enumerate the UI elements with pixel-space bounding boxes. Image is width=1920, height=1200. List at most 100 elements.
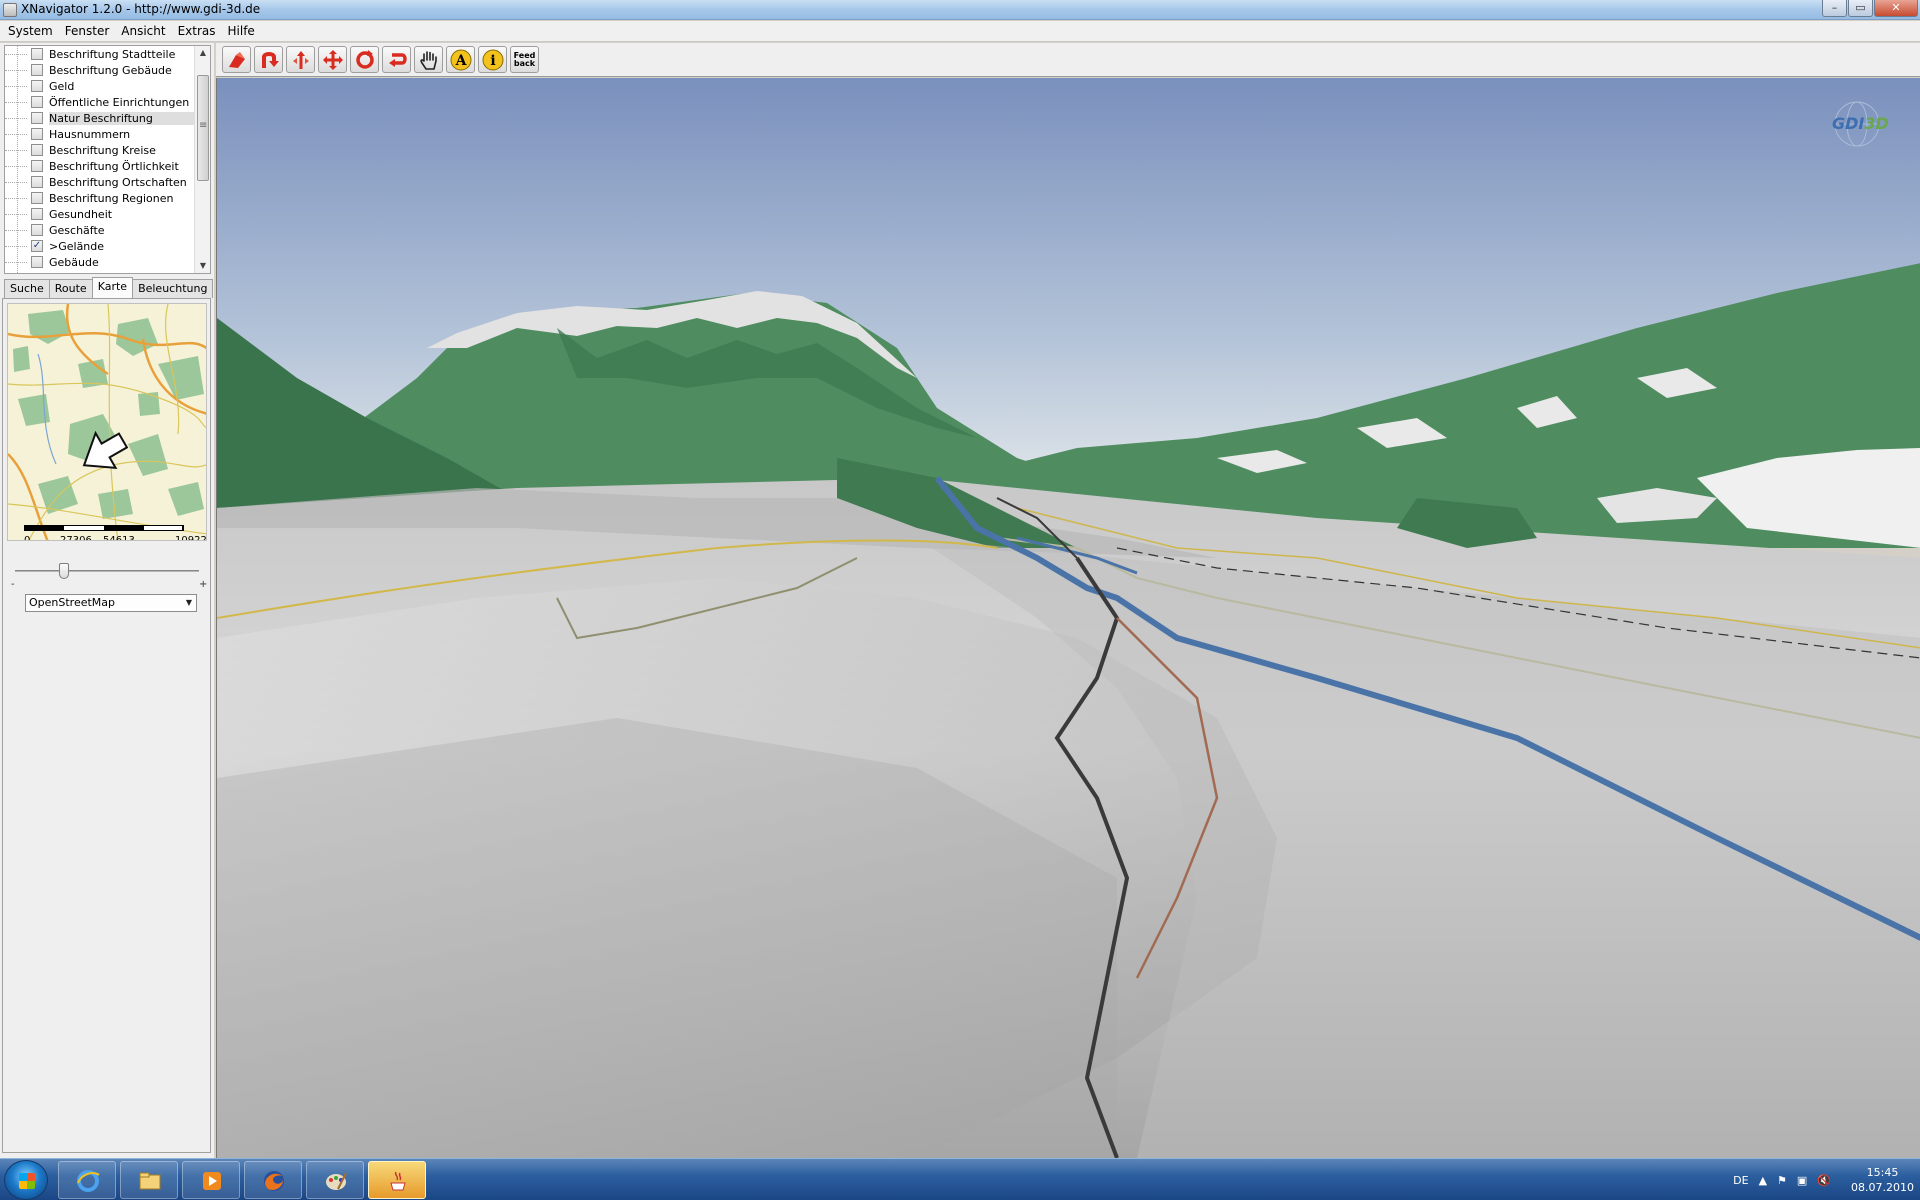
menu-extras[interactable]: Extras (172, 21, 222, 42)
layer-checkbox[interactable] (31, 48, 43, 60)
label-button[interactable]: A (446, 46, 475, 73)
layer-row[interactable]: ✓ >Gelände (5, 238, 210, 254)
pan-icon (322, 49, 343, 70)
volume-muted-icon[interactable]: 🔇 (1817, 1174, 1831, 1187)
media-player-icon (203, 1172, 221, 1190)
menu-hilfe[interactable]: Hilfe (222, 21, 261, 42)
zoom-slider-thumb[interactable] (58, 563, 69, 579)
layer-checkbox[interactable] (31, 96, 43, 108)
layer-label: Natur Beschriftung (49, 111, 209, 125)
hand-button[interactable] (414, 46, 443, 73)
map-source-select[interactable]: OpenStreetMap ▼ (25, 594, 197, 612)
tab-karte[interactable]: Karte (91, 277, 134, 298)
layer-checkbox[interactable] (31, 80, 43, 92)
layer-row[interactable]: Beschriftung Kreise (5, 142, 210, 158)
info-button[interactable]: i (478, 46, 507, 73)
scroll-thumb[interactable] (197, 75, 209, 181)
taskbar-firefox[interactable] (244, 1161, 302, 1199)
layer-row[interactable]: Geld (5, 78, 210, 94)
layer-checkbox[interactable] (31, 160, 43, 172)
tab-suche[interactable]: Suche (4, 279, 50, 298)
rotate-up-button[interactable] (254, 46, 283, 73)
layer-row[interactable]: Beschriftung Örtlichkeit (5, 158, 210, 174)
layer-label: Beschriftung Stadtteile (49, 47, 176, 61)
taskbar-explorer[interactable] (120, 1161, 178, 1199)
taskbar: DE ▲ ⚑ ▣ 🔇 15:45 08.07.2010 (0, 1158, 1920, 1200)
fly-up-icon (228, 51, 245, 68)
layer-checkbox[interactable] (31, 224, 43, 236)
layer-row[interactable]: Hausnummern (5, 126, 210, 142)
layer-label: Beschriftung Ortschaften (49, 175, 187, 189)
scale-label: 54613 (103, 535, 135, 541)
menu-system[interactable]: System (2, 21, 59, 42)
layer-checkbox[interactable] (31, 64, 43, 76)
layer-checkbox[interactable] (31, 144, 43, 156)
layer-row[interactable]: Gebäude (5, 254, 210, 270)
label-icon: A (450, 49, 471, 70)
menu-ansicht[interactable]: Ansicht (115, 21, 171, 42)
chevron-down-icon: ▼ (185, 598, 192, 607)
layer-row[interactable]: Natur Beschriftung (5, 110, 210, 126)
start-button[interactable] (4, 1160, 48, 1200)
clock[interactable]: 15:45 08.07.2010 (1851, 1165, 1914, 1195)
left-panel: Beschriftung Stadtteile Beschriftung Gebä… (0, 43, 214, 1158)
undo-button[interactable] (382, 46, 411, 73)
layer-tree-scrollbar[interactable]: ▲ ▼ (194, 46, 210, 273)
layer-label: Öffentliche Einrichtungen (49, 95, 190, 109)
scale-label: 10922 (175, 535, 207, 541)
pan-button[interactable] (318, 46, 347, 73)
tab-route[interactable]: Route (48, 279, 93, 298)
layer-row[interactable]: Beschriftung Ortschaften (5, 174, 210, 190)
layer-checkbox[interactable] (31, 192, 43, 204)
close-button[interactable]: ✕ (1874, 0, 1918, 17)
layer-checkbox[interactable] (31, 176, 43, 188)
explorer-icon (139, 1172, 161, 1190)
3d-viewport[interactable]: GDI3D (216, 78, 1920, 1158)
taskbar-ie[interactable] (58, 1161, 116, 1199)
language-indicator[interactable]: DE (1733, 1174, 1748, 1187)
layer-label: Beschriftung Gebäude (49, 63, 172, 77)
layer-row[interactable]: Beschriftung Gebäude (5, 62, 210, 78)
layer-checkbox[interactable] (31, 208, 43, 220)
fly-up-button[interactable] (222, 46, 251, 73)
layer-label: Hausnummern (49, 127, 131, 141)
menu-fenster[interactable]: Fenster (59, 21, 116, 42)
title-bar: XNavigator 1.2.0 - http://www.gdi-3d.de … (0, 0, 1920, 20)
karte-tab-content: 0 27306 54613 10922 - + OpenStreetMap ▼ (2, 298, 211, 1153)
layer-label: Geld (49, 79, 75, 93)
layer-row[interactable]: Gesundheit (5, 206, 210, 222)
action-center-flag-icon[interactable]: ⚑ (1777, 1174, 1787, 1187)
layer-row[interactable]: Beschriftung Stadtteile (5, 46, 210, 62)
rotate-button[interactable] (350, 46, 379, 73)
zoom-slider[interactable] (11, 563, 203, 579)
maximize-button[interactable]: ▭ (1848, 0, 1873, 17)
layer-row[interactable]: Öffentliche Einrichtungen (5, 94, 210, 110)
taskbar-java[interactable] (368, 1161, 426, 1199)
tray-expand-icon[interactable]: ▲ (1759, 1174, 1767, 1187)
java-icon (390, 1171, 406, 1191)
network-icon[interactable]: ▣ (1797, 1174, 1807, 1187)
scroll-down-icon[interactable]: ▼ (195, 259, 210, 273)
hand-icon (419, 50, 437, 70)
move-icon (292, 50, 309, 69)
move-button[interactable] (286, 46, 315, 73)
scroll-up-icon[interactable]: ▲ (195, 46, 210, 60)
taskbar-media-player[interactable] (182, 1161, 240, 1199)
minimize-button[interactable]: – (1822, 0, 1847, 17)
overview-map[interactable]: 0 27306 54613 10922 (7, 303, 207, 541)
layer-row[interactable]: Geschäfte (5, 222, 210, 238)
panel-tabs: Suche Route Karte Beleuchtung (4, 277, 214, 299)
gdi3d-logo: GDI3D (1830, 100, 1889, 148)
feedback-button[interactable]: Feed back (510, 46, 539, 73)
rotate-up-icon (261, 51, 279, 68)
taskbar-paint[interactable] (306, 1161, 364, 1199)
layer-checkbox[interactable] (31, 112, 43, 124)
internet-explorer-icon (77, 1170, 100, 1192)
layer-checkbox[interactable]: ✓ (31, 240, 43, 252)
layer-row[interactable]: Beschriftung Regionen (5, 190, 210, 206)
layer-checkbox[interactable] (31, 256, 43, 268)
tab-beleuchtung[interactable]: Beleuchtung (132, 279, 214, 298)
menu-bar: System Fenster Ansicht Extras Hilfe (0, 21, 1920, 42)
layer-checkbox[interactable] (31, 128, 43, 140)
layer-label: Gebäude (49, 255, 99, 269)
